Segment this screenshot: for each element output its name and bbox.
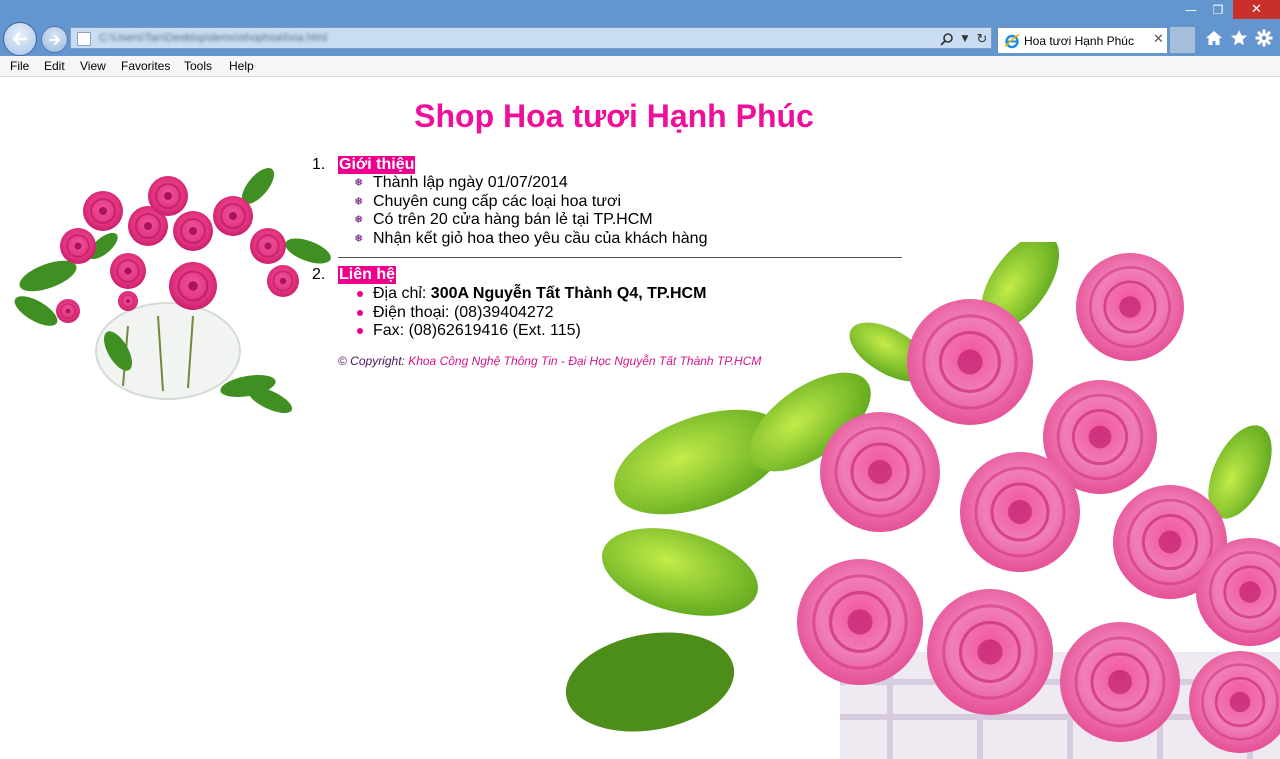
menu-tools[interactable]: Tools bbox=[184, 59, 212, 73]
contact-fax: Fax: (08)62619416 (Ext. 115) bbox=[354, 322, 706, 341]
menu-file[interactable]: File bbox=[10, 59, 29, 73]
snowflake-bullet-icon: ❅ bbox=[354, 176, 364, 189]
tab-close-icon[interactable]: ✕ bbox=[1153, 32, 1164, 47]
list-item: ❅ Thành lập ngày 01/07/2014 bbox=[354, 174, 568, 191]
minimize-button[interactable]: — bbox=[1178, 0, 1204, 19]
snowflake-bullet-icon: ❅ bbox=[354, 213, 364, 226]
page-viewport: Shop Hoa tươi Hạnh Phúc 1. Giới thiệu ❅ T… bbox=[0, 77, 1280, 759]
copyright-label: © Copyright: bbox=[338, 354, 405, 368]
menu-favorites[interactable]: Favorites bbox=[121, 59, 170, 73]
tab-title: Hoa tươi Hạnh Phúc bbox=[1024, 34, 1134, 48]
disc-bullet-icon bbox=[357, 328, 363, 334]
dropdown-icon[interactable]: ▼ bbox=[956, 30, 974, 48]
menu-bar: File Edit View Favorites Tools Help bbox=[0, 56, 1280, 77]
section-number: 2. bbox=[312, 266, 326, 283]
home-icon[interactable] bbox=[1203, 28, 1225, 48]
copyright-note: © Copyright: Khoa Công Nghệ Thông Tin - … bbox=[338, 354, 761, 368]
contact-list: Địa chỉ: 300A Nguyễn Tất Thành Q4, TP.HC… bbox=[354, 285, 706, 341]
search-icon[interactable] bbox=[938, 30, 956, 48]
list-item: ❅ Có trên 20 cửa hàng bán lẻ tại TP.HCM bbox=[354, 211, 653, 228]
section-title-contact: Liên hệ bbox=[338, 266, 397, 284]
forward-button[interactable] bbox=[41, 26, 68, 53]
back-icon bbox=[12, 32, 28, 46]
gear-icon[interactable] bbox=[1253, 28, 1275, 48]
section-title-intro: Giới thiệu bbox=[338, 156, 416, 174]
menu-view[interactable]: View bbox=[80, 59, 106, 73]
menu-help[interactable]: Help bbox=[229, 59, 254, 73]
disc-bullet-icon bbox=[357, 291, 363, 297]
intro-list: ❅ Thành lập ngày 01/07/2014 ❅ Chuyên cung … bbox=[354, 174, 707, 248]
back-button[interactable] bbox=[3, 22, 37, 56]
address-bar[interactable]: C:\Users\Tan\Desktop\demo\shophoa\hoa.ht… bbox=[70, 27, 992, 49]
browser-tab[interactable]: Hoa tươi Hạnh Phúc ✕ bbox=[997, 27, 1168, 53]
refresh-icon[interactable]: ↻ bbox=[973, 30, 991, 48]
section-number: 1. bbox=[312, 156, 326, 173]
address-url[interactable]: C:\Users\Tan\Desktop\demo\shophoa\hoa.ht… bbox=[99, 32, 327, 44]
rose-vase-image bbox=[8, 156, 337, 424]
page-title: Shop Hoa tươi Hạnh Phúc bbox=[414, 98, 814, 134]
favorites-star-icon[interactable] bbox=[1228, 28, 1250, 48]
new-tab-button[interactable] bbox=[1170, 27, 1195, 53]
contact-phone: Điện thoại: (08)39404272 bbox=[354, 304, 706, 323]
snowflake-bullet-icon: ❅ bbox=[354, 194, 364, 208]
menu-edit[interactable]: Edit bbox=[44, 59, 65, 73]
list-item: ❅ Nhận kết giỏ hoa theo yêu cầu của khách… bbox=[354, 229, 708, 247]
snowflake-bullet-icon: ❅ bbox=[354, 231, 364, 245]
ie-icon bbox=[1004, 33, 1020, 49]
forward-icon bbox=[48, 34, 60, 45]
section-divider bbox=[338, 257, 902, 258]
disc-bullet-icon bbox=[357, 309, 363, 316]
contact-address: Địa chỉ: 300A Nguyễn Tất Thành Q4, TP.HC… bbox=[354, 285, 706, 304]
main-content: 1. Giới thiệu ❅ Thành lập ngày 01/07/2014… bbox=[310, 156, 910, 368]
close-window-button[interactable]: ✕ bbox=[1233, 0, 1280, 19]
copyright-owner: Khoa Công Nghệ Thông Tin - Đại Học Nguyễ… bbox=[404, 354, 762, 368]
page-favicon-icon bbox=[77, 32, 91, 46]
navigation-bar: C:\Users\Tan\Desktop\demo\shophoa\hoa.ht… bbox=[0, 20, 1280, 56]
section-intro: 1. Giới thiệu ❅ Thành lập ngày 01/07/2014… bbox=[310, 156, 910, 256]
restore-button[interactable]: ❐ bbox=[1205, 0, 1231, 19]
window-title-bar: — ❐ ✕ bbox=[0, 0, 1280, 20]
list-item: ❅ Chuyên cung cấp các loại hoa tươi bbox=[354, 192, 622, 210]
